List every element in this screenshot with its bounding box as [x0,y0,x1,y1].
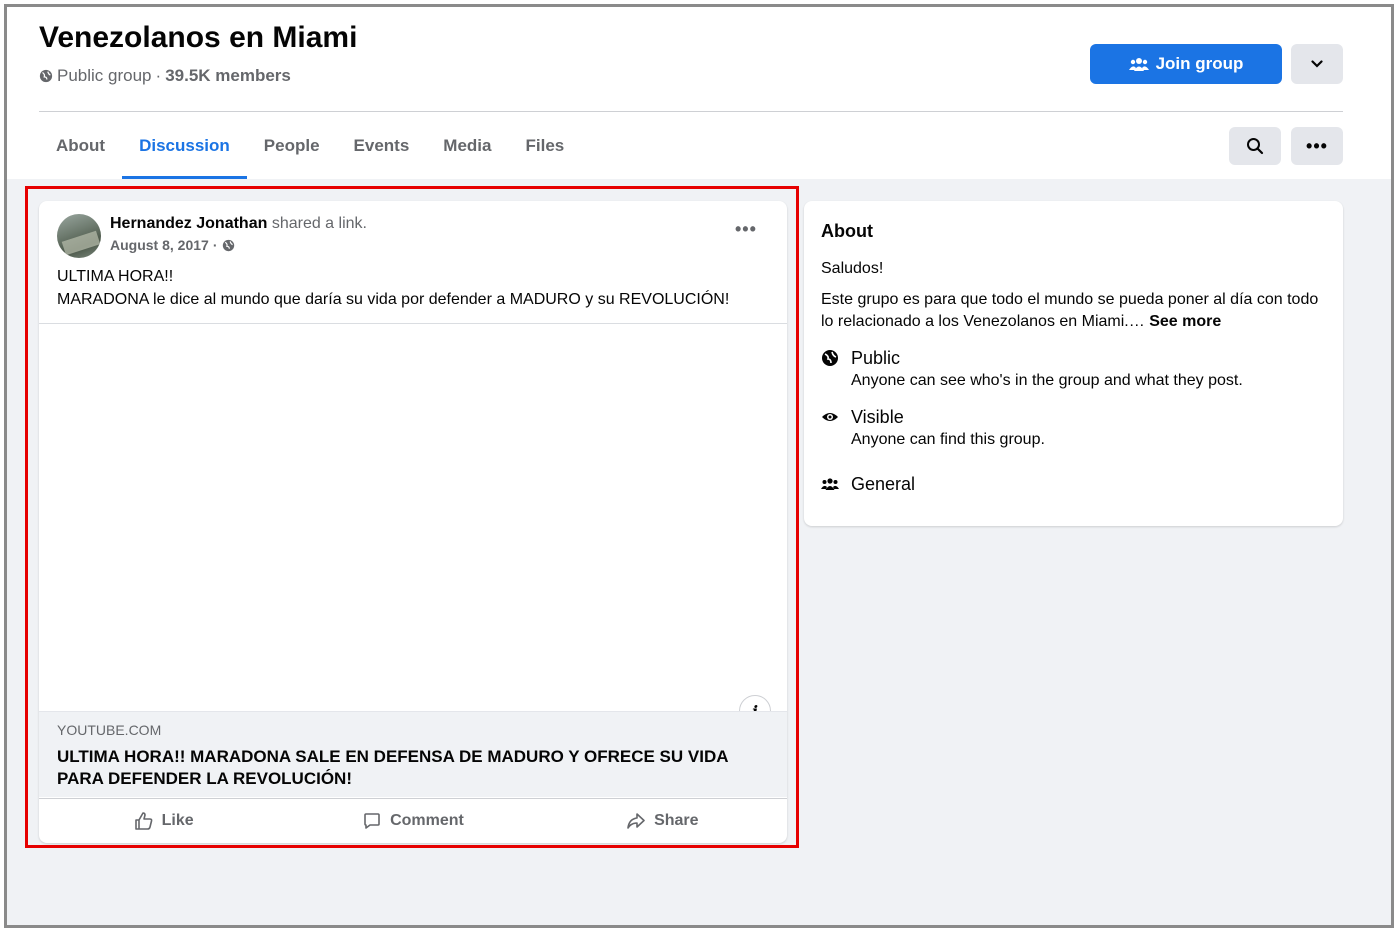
tab-people[interactable]: People [247,113,337,179]
tab-media[interactable]: Media [426,113,508,179]
like-button[interactable]: Like [39,799,288,843]
about-description-text: Este grupo es para que todo el mundo se … [821,291,1319,330]
post-author-line: Hernandez Jonathan shared a link. [110,215,367,233]
thumbs-up-icon [134,812,153,830]
about-public-title: Public [851,348,901,368]
post-text-line: ULTIMA HORA!! [57,268,174,285]
comment-label: Comment [390,812,464,829]
about-title: About [821,221,873,241]
about-public-row: Public Anyone can see who's in the group… [821,348,1243,390]
group-header: Venezolanos en Miami Public group · 39.5… [7,7,1391,179]
header-divider [39,111,1343,112]
join-group-button[interactable]: Join group [1090,44,1282,84]
about-general-row: General [821,474,915,495]
post-action: shared a link. [271,215,367,232]
eye-icon [822,413,838,421]
about-visible-sub: Anyone can find this group. [851,431,1045,448]
about-card: About Saludos! Este grupo es para que to… [804,201,1343,526]
about-public-sub: Anyone can see who's in the group and wh… [851,372,1243,389]
post-actions: Like Comment Share [39,798,787,843]
group-privacy: Public group [57,66,152,85]
post-text-line: MARADONA le dice al mundo que daría su v… [57,291,730,308]
group-icon [821,478,839,490]
share-label: Share [654,812,699,829]
about-greeting: Saludos! [821,260,884,277]
group-title: Venezolanos en Miami [39,21,358,54]
group-tabs: About Discussion People Events Media Fil… [39,113,581,179]
share-icon [627,813,645,829]
screenshot-frame: Venezolanos en Miami Public group · 39.5… [4,4,1394,928]
like-label: Like [161,812,194,829]
link-title: ULTIMA HORA!! MARADONA SALE EN DEFENSA D… [57,747,728,788]
share-button[interactable]: Share [538,799,787,843]
about-description: Este grupo es para que todo el mundo se … [821,289,1321,333]
group-options-dropdown[interactable] [1291,44,1343,84]
more-icon: ••• [1306,135,1328,156]
avatar[interactable] [57,214,101,258]
date-separator: · [212,237,218,253]
tab-events[interactable]: Events [337,113,427,179]
group-search-button[interactable] [1229,127,1281,165]
group-icon [1128,58,1149,71]
comment-icon [364,813,380,829]
search-icon [1247,138,1264,155]
meta-separator: · [155,66,162,85]
about-visible-row: Visible Anyone can find this group. [821,407,1045,449]
see-more-link[interactable]: See more [1149,313,1221,330]
join-group-label: Join group [1155,54,1244,73]
chevron-down-icon [1311,60,1323,68]
tab-about[interactable]: About [39,113,122,179]
post-options-button[interactable]: ••• [735,219,757,240]
about-visible-title: Visible [851,407,904,427]
post-author[interactable]: Hernandez Jonathan [110,215,267,232]
globe-icon [39,69,53,83]
tab-files[interactable]: Files [508,113,581,179]
globe-icon [822,350,838,366]
globe-icon [222,239,234,251]
about-general-title: General [851,474,916,494]
post-date[interactable]: August 8, 2017 [110,237,209,253]
comment-button[interactable]: Comment [288,799,537,843]
post-date-line: August 8, 2017 · [110,237,235,253]
post-card: Hernandez Jonathan shared a link. August… [39,201,787,843]
group-meta: Public group · 39.5K members [39,66,291,86]
link-preview-media[interactable] [39,324,787,711]
link-domain: YOUTUBE.COM [57,722,162,738]
link-preview[interactable]: YOUTUBE.COM ULTIMA HORA!! MARADONA SALE … [39,711,787,797]
tab-discussion[interactable]: Discussion [122,113,247,179]
group-more-button[interactable]: ••• [1291,127,1343,165]
post-text: ULTIMA HORA!! MARADONA le dice al mundo … [57,265,777,311]
member-count: 39.5K members [165,66,291,85]
